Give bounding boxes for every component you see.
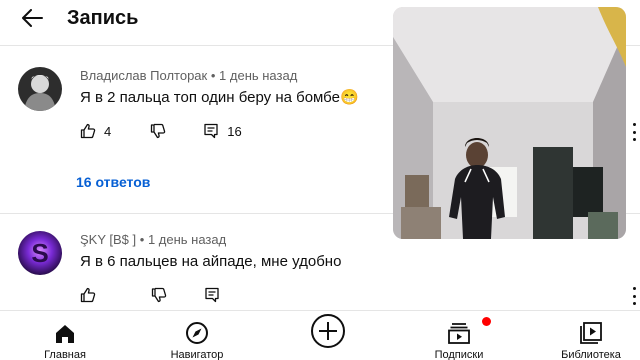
create-icon: [311, 314, 345, 348]
comment-menu-button[interactable]: [629, 287, 639, 305]
comment-actions: 4 16: [80, 120, 242, 142]
comment-icon: [205, 287, 219, 303]
nav-label: Навигатор: [170, 349, 224, 360]
thumb-up-icon: [80, 123, 96, 139]
comment-author[interactable]: Владислав Полторак: [80, 68, 207, 83]
nav-label: Главная: [44, 349, 86, 360]
comment-meta: Владислав Полторак • 1 день назад: [80, 68, 297, 83]
comment-menu-button[interactable]: [629, 123, 639, 141]
reply-count: 16: [227, 123, 242, 139]
like-button[interactable]: 4: [80, 123, 111, 139]
library-icon: [580, 322, 602, 344]
dislike-button[interactable]: [150, 123, 166, 139]
back-button[interactable]: [14, 3, 50, 33]
thumb-down-icon: [151, 287, 167, 303]
comment-author[interactable]: ŞKY [B$ ]: [80, 232, 136, 247]
comment-text: Я в 6 пальцев на айпаде, мне удобно: [80, 253, 342, 270]
svg-text:S: S: [31, 238, 48, 268]
reply-button[interactable]: 16: [203, 123, 242, 139]
meta-separator: •: [210, 68, 220, 83]
nav-label: Подписки: [434, 349, 484, 360]
avatar[interactable]: [18, 67, 62, 111]
comment-icon: [204, 123, 218, 139]
notification-badge: [482, 317, 491, 326]
nav-explore[interactable]: Навигатор: [162, 311, 232, 360]
home-icon: [56, 325, 74, 343]
reply-button[interactable]: [204, 287, 220, 303]
video-frame: [393, 7, 626, 239]
comment-time: 1 день назад: [219, 68, 298, 83]
view-replies-link[interactable]: 16 ответов: [76, 174, 150, 190]
comment-time: 1 день назад: [147, 232, 227, 247]
nav-library[interactable]: Библиотека: [558, 311, 624, 360]
page-title: Запись: [67, 7, 139, 29]
bottom-navigation: Главная Навигатор Подписки Библиотека: [0, 310, 640, 360]
like-button[interactable]: [80, 287, 96, 303]
thumb-up-icon: [80, 287, 96, 303]
avatar[interactable]: S: [18, 231, 62, 275]
compass-icon: [186, 322, 208, 344]
nav-subscriptions[interactable]: Подписки: [429, 311, 491, 360]
comment-actions: [80, 284, 220, 306]
dislike-button[interactable]: [151, 287, 167, 303]
nav-create[interactable]: [308, 311, 348, 360]
subscriptions-icon: [448, 323, 470, 344]
thumb-down-icon: [151, 123, 166, 139]
arrow-left-icon: [22, 9, 43, 27]
like-count: 4: [104, 123, 112, 139]
nav-label: Библиотека: [561, 349, 621, 360]
mini-player[interactable]: [393, 7, 626, 239]
comment-text: Я в 2 пальца топ один беру на бомбе😁: [80, 89, 359, 106]
nav-home[interactable]: Главная: [35, 311, 95, 360]
meta-separator: •: [139, 232, 148, 247]
comment-meta: ŞKY [B$ ] • 1 день назад: [80, 232, 226, 247]
